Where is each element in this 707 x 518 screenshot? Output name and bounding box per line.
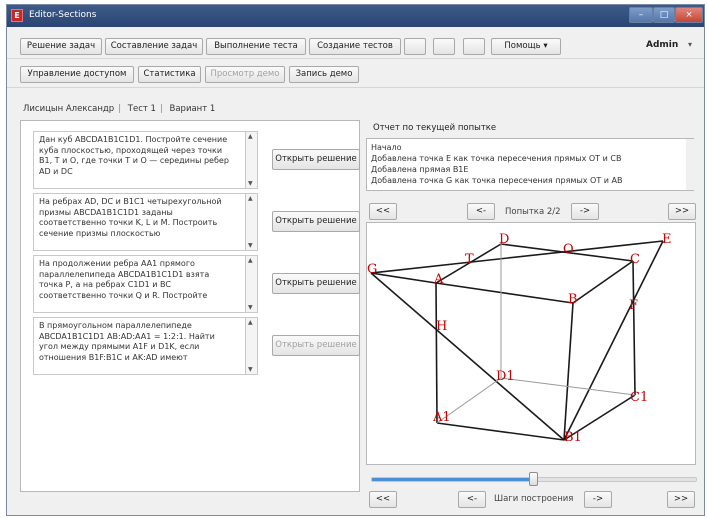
attempt-prev-button[interactable]: <-: [467, 203, 495, 220]
task-list: Дан куб ABCDA1B1C1D1. Постройте сечение …: [20, 120, 360, 492]
edge-aa1: [435, 282, 438, 424]
scroll-up-icon[interactable]: ▲: [248, 195, 253, 202]
open-solution-button[interactable]: Открыть решение: [272, 211, 360, 232]
steps-slider-fill: [372, 478, 534, 481]
attempt-first-button[interactable]: <<: [369, 203, 397, 220]
open-solution-button[interactable]: Открыть решение: [272, 273, 360, 294]
label-d: D: [499, 232, 509, 247]
steps-label: Шаги построения: [494, 494, 574, 504]
create-tests-button[interactable]: Создание тестов: [309, 38, 401, 55]
steps-last-button[interactable]: >>: [667, 491, 695, 508]
breadcrumb: Лисицын Александр | Тест 1 | Вариант 1: [23, 104, 216, 114]
task-scrollbar[interactable]: ▲ ▼: [246, 317, 258, 375]
task-item: На продолжении ребра AA1 прямого паралле…: [33, 255, 363, 315]
scroll-up-icon[interactable]: ▲: [248, 319, 253, 326]
edge-bc: [572, 260, 634, 304]
steps-slider-handle[interactable]: [529, 472, 538, 486]
toolbar-blank-button-3[interactable]: [463, 38, 485, 55]
label-d1: D1: [496, 369, 515, 384]
task-description: На продолжении ребра AA1 прямого паралле…: [33, 255, 246, 313]
compose-tasks-button[interactable]: Составление задач: [105, 38, 203, 55]
steps-next-button[interactable]: ->: [584, 491, 612, 508]
task-item: В прямоугольном параллелепипеде ABCDA1B1…: [33, 317, 363, 377]
solve-tasks-button[interactable]: Решение задач: [20, 38, 102, 55]
view-demo-button[interactable]: Просмотр демо: [205, 66, 285, 83]
edge-cc1: [632, 260, 636, 396]
label-h: H: [436, 319, 447, 334]
edge-bb1: [563, 302, 574, 441]
task-description: В прямоугольном параллелепипеде ABCDA1B1…: [33, 317, 246, 375]
label-c: C: [630, 252, 640, 267]
open-solution-button[interactable]: Открыть решение: [272, 149, 360, 170]
title-bar[interactable]: E Editor-Sections – □ ×: [7, 5, 704, 27]
scroll-down-icon[interactable]: ▼: [248, 366, 253, 373]
label-e: E: [662, 232, 672, 247]
attempt-next-button[interactable]: ->: [571, 203, 599, 220]
scroll-down-icon[interactable]: ▼: [248, 180, 253, 187]
scroll-down-icon[interactable]: ▼: [248, 242, 253, 249]
breadcrumb-variant[interactable]: Вариант 1: [170, 104, 216, 114]
maximize-button[interactable]: □: [653, 7, 675, 23]
edge-ab: [435, 282, 574, 304]
construction-figure: G A T D O C E B F H D1 A1 C1 B1: [367, 232, 672, 445]
scroll-up-icon[interactable]: ▲: [248, 133, 253, 140]
scroll-down-icon[interactable]: ▼: [248, 304, 253, 311]
line-eb1: [563, 240, 664, 441]
access-management-button[interactable]: Управление доступом: [20, 66, 134, 83]
task-item: На ребрах AD, DC и B1C1 четырехугольной …: [33, 193, 363, 253]
report-line: Добавлена прямая B1E: [371, 165, 469, 174]
task-scrollbar[interactable]: ▲ ▼: [246, 255, 258, 313]
scroll-up-icon[interactable]: ▲: [248, 257, 253, 264]
task-scrollbar[interactable]: ▲ ▼: [246, 131, 258, 189]
steps-prev-button[interactable]: <-: [458, 491, 486, 508]
label-a: A: [433, 272, 444, 287]
edge-a1b1: [436, 422, 565, 441]
attempt-last-button[interactable]: >>: [668, 203, 696, 220]
toolbar-blank-button-1[interactable]: [404, 38, 426, 55]
label-t: T: [465, 252, 474, 267]
statistics-button[interactable]: Статистика: [138, 66, 201, 83]
open-solution-button[interactable]: Открыть решение: [272, 335, 360, 356]
window-title: Editor-Sections: [29, 10, 97, 20]
help-menu-button[interactable]: Помощь ▾: [491, 38, 561, 55]
report-label: Отчет по текущей попытке: [373, 123, 497, 133]
toolbar-divider: [7, 58, 704, 59]
minimize-button[interactable]: –: [629, 7, 653, 23]
task-description: На ребрах AD, DC и B1C1 четырехугольной …: [33, 193, 246, 251]
toolbar-divider: [7, 87, 704, 88]
take-test-button[interactable]: Выполнение теста: [206, 38, 306, 55]
construction-canvas[interactable]: G A T D O C E B F H D1 A1 C1 B1: [366, 222, 696, 465]
label-b: B: [568, 292, 578, 307]
chevron-down-icon[interactable]: ▾: [688, 40, 692, 49]
task-item: Дан куб ABCDA1B1C1D1. Постройте сечение …: [33, 131, 363, 191]
label-o: O: [563, 242, 574, 257]
breadcrumb-test[interactable]: Тест 1: [128, 104, 156, 114]
attempt-counter: Попытка 2/2: [505, 207, 561, 217]
close-button[interactable]: ×: [675, 7, 703, 23]
report-log: Начало Добавлена точка E как точка перес…: [366, 138, 694, 191]
label-f: F: [629, 298, 638, 313]
task-scrollbar[interactable]: ▲ ▼: [246, 193, 258, 251]
label-b1: B1: [564, 430, 582, 445]
label-c1: C1: [630, 390, 648, 405]
label-a1: A1: [432, 410, 451, 425]
report-line: Начало: [371, 143, 402, 152]
report-scrollbar[interactable]: [686, 139, 694, 190]
report-line: Добавлена точка E как точка пересечения …: [371, 154, 622, 163]
report-line: Добавлена точка G как точка пересечения …: [371, 176, 623, 185]
task-description: Дан куб ABCDA1B1C1D1. Постройте сечение …: [33, 131, 246, 189]
user-menu[interactable]: Admin: [646, 40, 678, 50]
breadcrumb-student[interactable]: Лисицын Александр: [23, 104, 114, 114]
steps-first-button[interactable]: <<: [369, 491, 397, 508]
label-g: G: [367, 262, 377, 277]
app-icon: E: [11, 9, 23, 22]
toolbar-blank-button-2[interactable]: [433, 38, 455, 55]
record-demo-button[interactable]: Запись демо: [289, 66, 359, 83]
